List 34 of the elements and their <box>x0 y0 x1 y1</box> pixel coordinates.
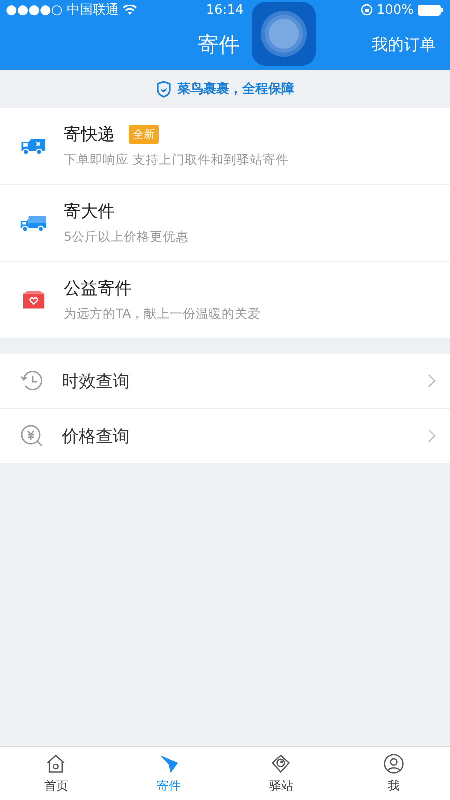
chevron-right-icon <box>428 429 436 443</box>
service-description: 下单即响应 支持上门取件和到驿站寄件 <box>64 152 289 169</box>
clock-time: 16:14 <box>206 2 244 18</box>
service-item[interactable]: 公益寄件 为远方的TA，献上一份温暖的关爱 <box>0 262 450 338</box>
tab-bar-item[interactable]: 首页 <box>0 747 112 800</box>
guarantee-text: 菜鸟裹裹，全程保障 <box>178 80 294 98</box>
query-label: 时效查询 <box>62 370 131 392</box>
service-title: 寄快递 <box>64 124 115 146</box>
history-icon <box>20 369 44 393</box>
home-icon <box>45 752 68 774</box>
query-item[interactable]: 时效查询 <box>0 354 450 408</box>
assistive-touch-button[interactable] <box>252 2 316 66</box>
shield-icon <box>156 80 172 98</box>
service-description: 5公斤以上价格更优惠 <box>64 229 189 246</box>
tab-bar-item[interactable]: 我 <box>338 747 450 800</box>
service-description: 为远方的TA，献上一份温暖的关爱 <box>64 306 262 323</box>
wifi-icon <box>122 4 137 16</box>
user-icon <box>382 752 405 774</box>
battery-icon <box>418 4 444 16</box>
carrier-text: ●●●●○ 中国联通 <box>6 2 119 19</box>
service-title: 寄大件 <box>64 201 115 223</box>
service-title: 公益寄件 <box>64 278 132 300</box>
price-search-icon <box>20 424 44 448</box>
query-label: 价格查询 <box>62 426 131 448</box>
page-title: 寄件 <box>198 32 240 59</box>
rotation-lock-icon <box>360 4 373 16</box>
battery-percent: 100% <box>376 2 414 18</box>
service-item[interactable]: 寄大件 5公斤以上价格更优惠 <box>0 185 450 262</box>
query-item[interactable]: 价格查询 <box>0 408 450 463</box>
new-badge: 全新 <box>129 125 159 144</box>
tab-bar-item[interactable]: 驿站 <box>225 747 338 800</box>
bird-house-icon <box>270 752 292 774</box>
chevron-right-icon <box>428 374 436 388</box>
service-item[interactable]: 寄快递 全新 下单即响应 支持上门取件和到驿站寄件 <box>0 108 450 185</box>
